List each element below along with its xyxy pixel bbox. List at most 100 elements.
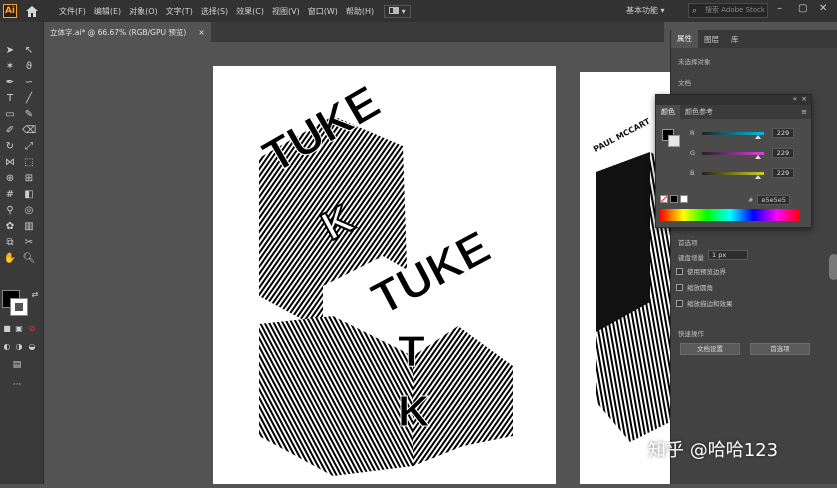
shaper-tool-icon[interactable]: ✐ bbox=[3, 124, 17, 138]
document-setup-button[interactable]: 文档设置 bbox=[680, 343, 740, 355]
hex-input[interactable]: e5e5e5 bbox=[757, 195, 790, 205]
slider-knob[interactable] bbox=[754, 175, 761, 179]
panel-scrollbar[interactable] bbox=[829, 254, 837, 280]
checkbox-label: 缩放圆角 bbox=[687, 284, 713, 292]
keyboard-increment-label: 键盘增量 bbox=[678, 254, 704, 262]
slider-value-input[interactable]: 229 bbox=[772, 128, 794, 138]
eyedropper-icon[interactable]: ⚲ bbox=[3, 204, 17, 218]
close-icon[interactable]: ✕ bbox=[819, 3, 827, 14]
stroke-color-swatch[interactable] bbox=[10, 298, 28, 316]
slider-blue[interactable]: B 229 bbox=[690, 168, 808, 179]
tab-layers[interactable]: 图层 bbox=[698, 34, 725, 45]
slider-green[interactable]: G 229 bbox=[690, 148, 808, 159]
menu-object[interactable]: 对象(O) bbox=[125, 6, 162, 17]
checkbox-scale-corners[interactable]: 缩放圆角 bbox=[676, 282, 713, 292]
rotate-tool-icon[interactable]: ↻ bbox=[3, 140, 17, 154]
document-section-label: 文档 bbox=[678, 79, 691, 87]
search-placeholder: 搜索 Adobe Stock bbox=[705, 6, 765, 14]
menu-window[interactable]: 窗口(W) bbox=[304, 6, 342, 17]
preferences-button[interactable]: 首选项 bbox=[750, 343, 810, 355]
workspace-label: 基本功能 bbox=[626, 6, 658, 15]
lasso-tool-icon[interactable]: ϑ bbox=[22, 60, 36, 74]
zoom-tool-icon[interactable]: 🔍︎ bbox=[22, 252, 36, 266]
hand-tool-icon[interactable]: ✋ bbox=[3, 252, 17, 266]
perspective-grid-icon[interactable]: ⊞ bbox=[22, 172, 36, 186]
slider-label: R bbox=[690, 129, 695, 137]
scale-tool-icon[interactable]: ⤢ bbox=[22, 140, 36, 154]
minimize-icon[interactable]: – bbox=[777, 3, 782, 14]
panel-menu-icon[interactable]: ≡ bbox=[796, 108, 811, 116]
eraser-tool-icon[interactable]: ⌫ bbox=[22, 124, 36, 138]
menu-edit[interactable]: 编辑(E) bbox=[90, 6, 125, 17]
checkbox-box[interactable] bbox=[676, 283, 683, 291]
menu-help[interactable]: 帮助(H) bbox=[342, 6, 378, 17]
magic-wand-icon[interactable]: ✶ bbox=[3, 60, 17, 74]
white-swatch[interactable] bbox=[680, 195, 688, 203]
gradient-mode-icon[interactable]: ▣ bbox=[12, 322, 26, 336]
home-icon[interactable] bbox=[25, 4, 39, 18]
slider-value-input[interactable]: 229 bbox=[772, 168, 794, 178]
width-tool-icon[interactable]: ⋈ bbox=[3, 156, 17, 170]
maximize-icon[interactable]: ▢ bbox=[798, 3, 807, 14]
slider-knob[interactable] bbox=[754, 155, 761, 159]
tab-color[interactable]: 颜色 bbox=[656, 105, 680, 119]
slice-tool-icon[interactable]: ✂ bbox=[22, 236, 36, 250]
preferences-section-label: 首选项 bbox=[678, 239, 698, 247]
swap-colors-icon[interactable]: ⇄ bbox=[28, 288, 42, 302]
tab-libraries[interactable]: 库 bbox=[725, 34, 745, 45]
screen-mode-icon[interactable]: ▤ bbox=[10, 358, 24, 372]
checkbox-scale-strokes[interactable]: 缩放描边和效果 bbox=[676, 298, 733, 308]
direct-selection-tool-icon[interactable]: ↖ bbox=[22, 44, 36, 58]
checkbox-box[interactable] bbox=[676, 267, 683, 275]
close-panel-icon[interactable]: × bbox=[801, 95, 807, 103]
shape-builder-icon[interactable]: ⊕ bbox=[3, 172, 17, 186]
draw-behind-icon[interactable]: ◑ bbox=[12, 340, 26, 354]
workspace-switcher[interactable]: 基本功能 ▾ bbox=[626, 5, 665, 16]
tab-properties[interactable]: 属性 bbox=[671, 30, 698, 48]
none-swatch[interactable] bbox=[660, 195, 668, 203]
none-mode-icon[interactable]: ⊘ bbox=[25, 322, 39, 336]
collapse-icon[interactable]: « bbox=[793, 95, 797, 103]
keyboard-increment-input[interactable]: 1 px bbox=[708, 250, 748, 260]
color-panel-header[interactable]: « × bbox=[656, 95, 811, 105]
line-tool-icon[interactable]: ╱ bbox=[22, 92, 36, 106]
pen-tool-icon[interactable]: ✒ bbox=[3, 76, 17, 90]
brush-tool-icon[interactable]: ✎ bbox=[22, 108, 36, 122]
rectangle-tool-icon[interactable]: ▭ bbox=[3, 108, 17, 122]
curvature-tool-icon[interactable]: ∽ bbox=[22, 76, 36, 90]
document-tab-close[interactable]: × bbox=[198, 28, 204, 37]
color-stroke-proxy[interactable] bbox=[668, 135, 680, 147]
no-selection-label: 未选择对象 bbox=[678, 58, 711, 66]
menu-file[interactable]: 文件(F) bbox=[55, 6, 90, 17]
selection-tool-icon[interactable]: ➤ bbox=[3, 44, 17, 58]
artboard-main[interactable]: TUKE K TUKE T K bbox=[213, 66, 556, 484]
free-transform-icon[interactable]: ⬚ bbox=[22, 156, 36, 170]
mesh-tool-icon[interactable]: # bbox=[3, 188, 17, 202]
slider-knob[interactable] bbox=[754, 135, 761, 139]
gradient-tool-icon[interactable]: ◧ bbox=[22, 188, 36, 202]
blend-tool-icon[interactable]: ◎ bbox=[22, 204, 36, 218]
menu-type[interactable]: 文字(T) bbox=[162, 6, 197, 17]
graph-tool-icon[interactable]: ▥ bbox=[22, 220, 36, 234]
color-spectrum[interactable] bbox=[660, 209, 800, 221]
slider-value-input[interactable]: 229 bbox=[772, 148, 794, 158]
slider-label: G bbox=[690, 149, 696, 157]
menu-effect[interactable]: 效果(C) bbox=[232, 6, 268, 17]
arrange-documents-button[interactable]: ▾ bbox=[384, 4, 411, 18]
slider-red[interactable]: R 229 bbox=[690, 128, 808, 139]
menu-view[interactable]: 视图(V) bbox=[268, 6, 304, 17]
svg-text:K: K bbox=[398, 387, 430, 436]
document-tab[interactable]: 立体字.ai* @ 66.67% (RGB/GPU 预览) × bbox=[44, 22, 211, 42]
type-tool-icon[interactable]: T bbox=[3, 92, 17, 106]
slider-label: B bbox=[690, 169, 695, 177]
checkbox-preview-bounds[interactable]: 使用预览边界 bbox=[676, 266, 726, 276]
tab-color-guide[interactable]: 颜色参考 bbox=[680, 107, 718, 117]
menu-select[interactable]: 选择(S) bbox=[197, 6, 232, 17]
symbol-sprayer-icon[interactable]: ✿ bbox=[3, 220, 17, 234]
stock-search-input[interactable]: ⌕ 搜索 Adobe Stock bbox=[688, 3, 768, 18]
black-swatch[interactable] bbox=[670, 195, 678, 203]
artboard-tool-icon[interactable]: ⧉ bbox=[3, 236, 17, 250]
more-tools-icon[interactable]: ··· bbox=[10, 378, 24, 392]
checkbox-box[interactable] bbox=[676, 299, 683, 307]
draw-inside-icon[interactable]: ◒ bbox=[25, 340, 39, 354]
